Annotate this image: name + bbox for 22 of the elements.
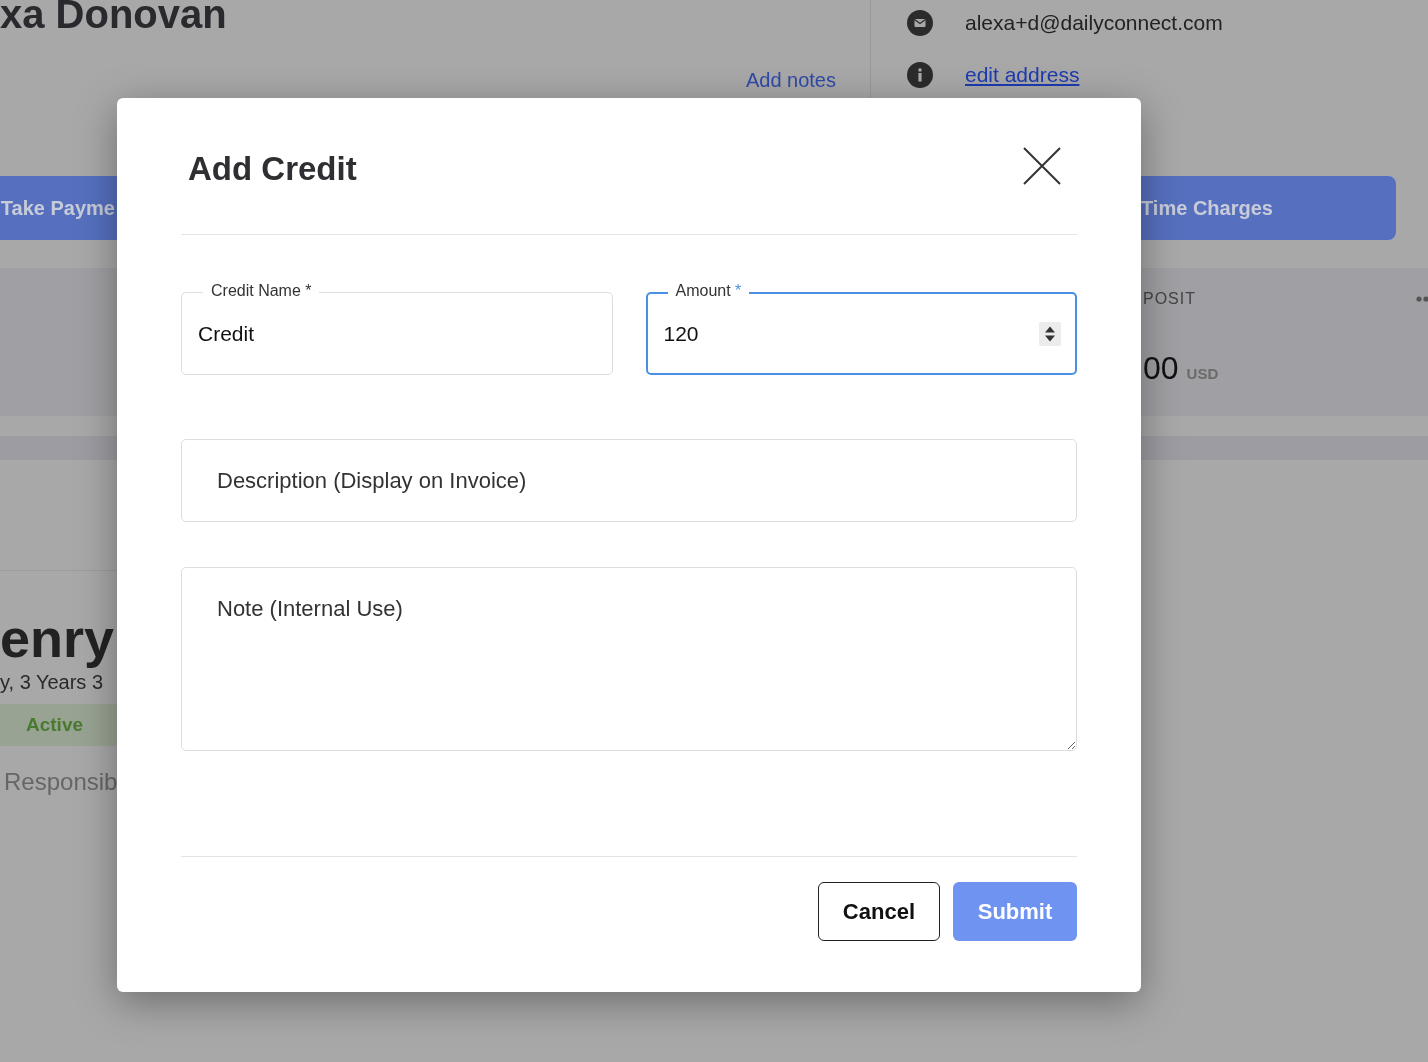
take-payment-button[interactable]: Take Payme <box>0 176 117 240</box>
submit-button[interactable]: Submit <box>953 882 1077 941</box>
status-badge: Active <box>0 704 117 746</box>
currency-text: USD <box>1186 365 1219 382</box>
card-label: POSIT <box>1143 290 1196 308</box>
note-field[interactable]: Note (Internal Use) <box>181 567 1077 751</box>
edit-address-link[interactable]: edit address <box>965 63 1080 87</box>
dialog-title: Add Credit <box>188 150 357 188</box>
spinner-icon[interactable] <box>1039 322 1061 346</box>
customer-name: xa Donovan <box>0 0 228 34</box>
add-notes-link[interactable]: Add notes <box>745 70 836 90</box>
info-icon <box>907 62 933 88</box>
envelope-icon <box>907 10 933 36</box>
more-icon[interactable] <box>1416 296 1428 302</box>
deposit-amount: 00 <box>1143 350 1179 387</box>
child-age: y, 3 Years 3 <box>0 671 105 694</box>
description-field[interactable]: Description (Display on Invoice) <box>181 439 1077 522</box>
email-text: alexa+d@dailyconnect.com <box>965 11 1223 35</box>
time-charges-button[interactable]: Time Charges <box>1141 176 1396 240</box>
close-icon[interactable] <box>1023 147 1061 185</box>
cancel-button[interactable]: Cancel <box>817 882 940 941</box>
role-text: Responsib <box>3 768 117 796</box>
